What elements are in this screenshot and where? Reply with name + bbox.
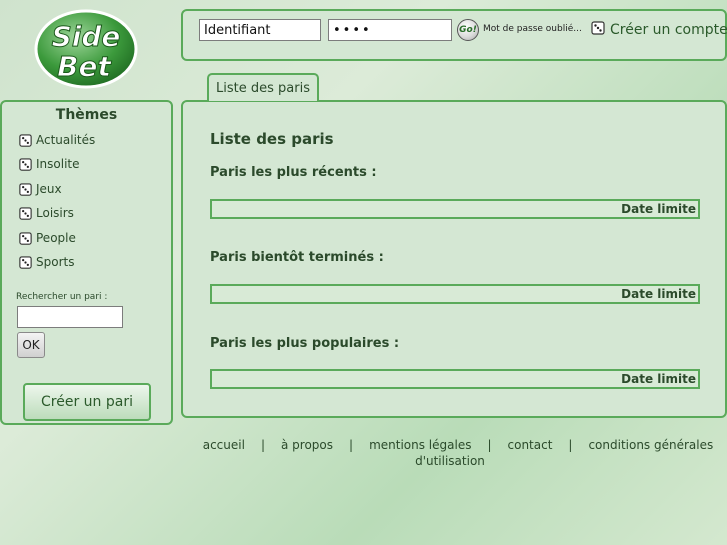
search-input[interactable] [17,306,123,328]
create-account-link[interactable]: Créer un compte [610,22,727,38]
forgot-password-link[interactable]: Mot de passe oublié... [483,24,582,34]
dice-icon [19,255,32,269]
footer-separator: | [349,438,354,452]
sidebar-item-insolite[interactable]: Insolite [18,155,80,173]
footer: accueil | à propos | mentions légales | contac… [186,437,722,469]
site-logo[interactable]: Side Bet [34,8,138,90]
create-bet-button[interactable]: Créer un pari [23,383,151,421]
themes-title: Thèmes [55,107,118,123]
sidebar-item-label: Sports [36,255,75,269]
sidebar-item-sports[interactable]: Sports [18,253,74,271]
sidebar-item-label: Actualités [36,133,96,147]
sidebar-item-loisirs[interactable]: Loisirs [18,204,74,222]
logo-text-top: Side [52,20,121,53]
username-input[interactable] [199,19,321,41]
bets-table-ending-soon: Date limite [210,284,700,304]
column-header-deadline[interactable]: Date limite [621,286,696,302]
sidebar: Thèmes Actualités Insolite Jeux Loisirs … [0,100,173,425]
footer-separator: | [568,438,573,452]
bets-table-recent: Date limite [210,199,700,219]
footer-link-about[interactable]: à propos [281,438,333,452]
dice-icon [19,206,32,220]
section-title-popular: Paris les plus populaires : [210,336,400,351]
column-header-deadline[interactable]: Date limite [621,201,696,217]
sidebar-item-label: People [36,231,76,245]
footer-separator: | [487,438,492,452]
footer-separator: | [260,438,265,452]
section-title-recent: Paris les plus récents : [210,165,377,180]
main-panel: Liste des paris Paris les plus récents :… [181,100,727,418]
search-label: Rechercher un pari : [16,292,108,302]
logo-graphic: Side Bet [34,9,138,89]
section-title-ending-soon: Paris bientôt terminés : [210,250,384,265]
tab-bet-list[interactable]: Liste des paris [207,73,319,101]
dice-icon [19,182,32,196]
go-button[interactable]: Go! [457,19,479,41]
sidebar-item-label: Insolite [36,157,80,171]
dice-icon [19,157,32,171]
dice-icon [19,133,32,147]
page-title: Liste des paris [210,130,334,148]
logo-text-bottom: Bet [57,50,112,83]
search-ok-button[interactable]: OK [17,332,45,358]
password-input[interactable] [328,19,452,41]
footer-link-legal[interactable]: mentions légales [369,438,471,452]
footer-link-home[interactable]: accueil [203,438,245,452]
bets-table-popular: Date limite [210,369,700,389]
sidebar-item-jeux[interactable]: Jeux [18,180,62,198]
login-bar: Go! Mot de passe oublié... Créer un comp… [181,9,727,61]
sidebar-item-label: Loisirs [36,206,74,220]
sidebar-item-people[interactable]: People [18,229,76,247]
dice-icon [19,231,32,245]
dice-icon [591,21,605,35]
footer-link-contact[interactable]: contact [508,438,553,452]
column-header-deadline[interactable]: Date limite [621,371,696,387]
sidebar-item-label: Jeux [36,182,62,196]
sidebar-item-actualites[interactable]: Actualités [18,131,95,149]
